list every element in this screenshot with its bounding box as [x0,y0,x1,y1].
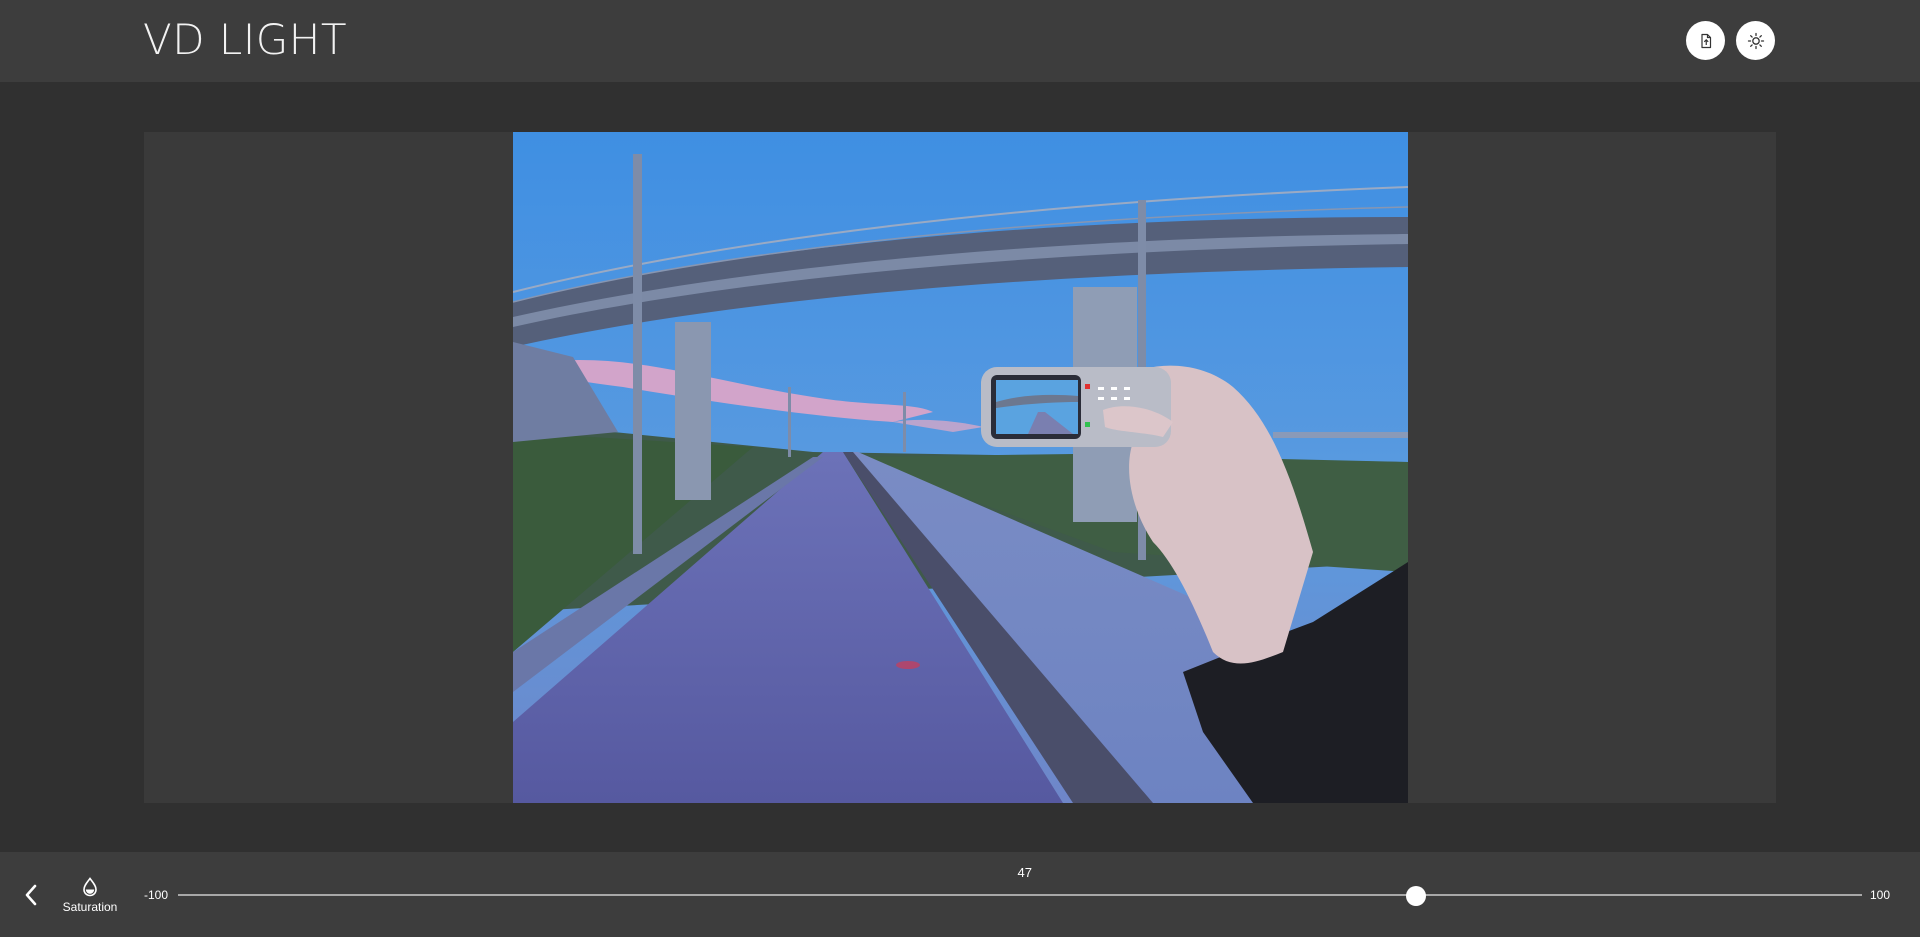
photo-image [513,132,1408,803]
app-header: VD LIGHT [0,0,1920,82]
slider-max-label: 100 [1870,888,1891,902]
droplet-icon [83,877,97,897]
adjustment-toolbar: Saturation -100 47 100 [0,852,1920,937]
slider-value-label: 47 [1017,865,1032,880]
tool-label: Saturation [62,900,118,914]
saturation-slider-thumb[interactable] [1405,886,1426,906]
export-button[interactable] [1686,21,1725,60]
saturation-slider-track[interactable] [178,894,1862,896]
slider-min-label: -100 [144,888,169,902]
chevron-left-icon [25,884,37,906]
saturation-tool-button[interactable]: Saturation [56,876,124,920]
sun-icon [1747,32,1764,49]
image-canvas [144,132,1776,803]
theme-toggle-button[interactable] [1736,21,1775,60]
app-title: VD LIGHT [143,15,347,64]
photo-preview [513,132,1408,803]
back-button[interactable] [18,882,44,908]
file-export-icon [1700,33,1711,48]
